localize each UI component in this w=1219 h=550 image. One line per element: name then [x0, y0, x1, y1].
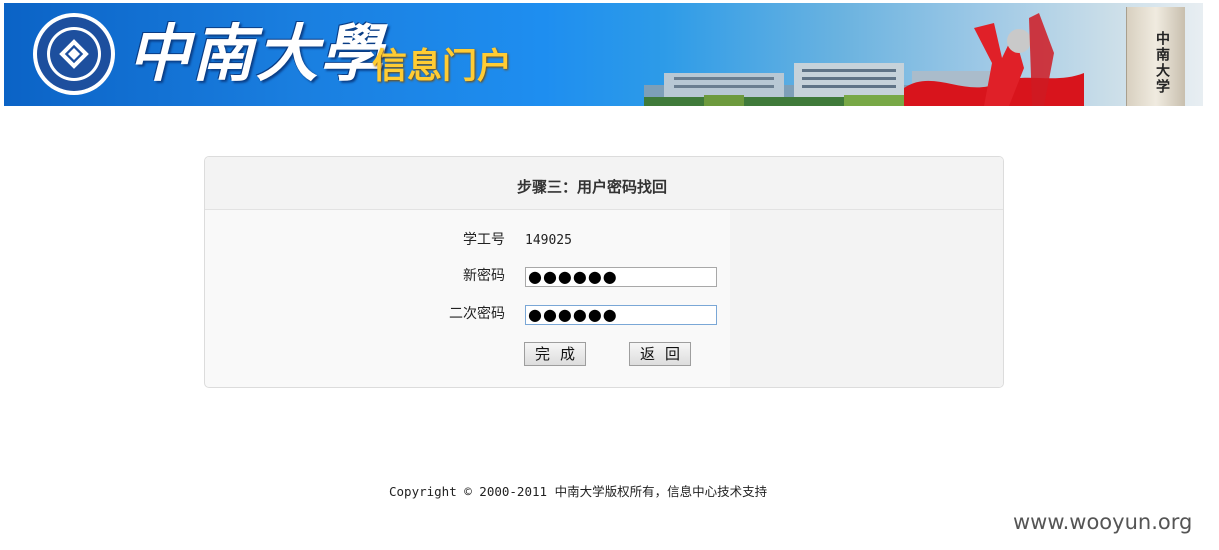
- tower-plaque-text: 中南大学: [1154, 31, 1170, 95]
- student-id-label: 学工号: [463, 232, 505, 248]
- student-id-value: 149025: [525, 233, 572, 248]
- confirm-password-label: 二次密码: [449, 306, 505, 322]
- panel-title: 步骤三：用户密码找回: [517, 178, 668, 196]
- university-name: 中南大學: [128, 17, 385, 90]
- finish-button[interactable]: 完成: [524, 342, 586, 366]
- header-banner: 中南大学 中南大學 信息门户: [4, 3, 1203, 106]
- password-recovery-panel: 步骤三：用户密码找回 学工号 149025 新密码 ●●●●●● 二次密码 ●●…: [204, 156, 1004, 388]
- back-button[interactable]: 返回: [629, 342, 691, 366]
- tower-plaque: 中南大学: [1126, 7, 1185, 106]
- red-ribbon-graphic: [904, 13, 1084, 106]
- watermark-text: www.wooyun.org: [1013, 510, 1193, 534]
- portal-name: 信息门户: [372, 47, 513, 87]
- university-logo-icon: [33, 13, 115, 95]
- confirm-password-input[interactable]: ●●●●●●: [525, 305, 717, 325]
- new-password-input[interactable]: ●●●●●●: [525, 267, 717, 287]
- panel-header: 步骤三：用户密码找回: [205, 157, 1003, 210]
- new-password-label: 新密码: [463, 268, 505, 284]
- footer-copyright: Copyright © 2000-2011 中南大学版权所有，信息中心技术支持: [389, 484, 768, 499]
